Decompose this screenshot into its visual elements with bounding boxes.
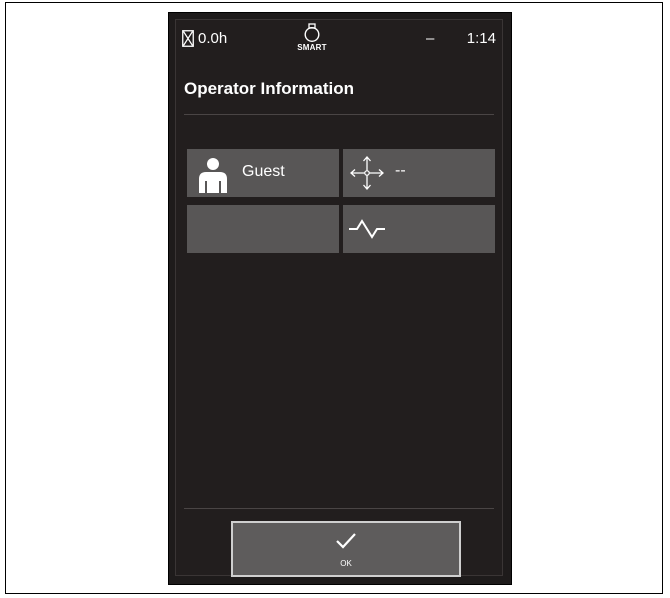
smart-label: SMART xyxy=(297,43,327,52)
page-title: Operator Information xyxy=(184,79,355,98)
ok-label: OK xyxy=(340,559,352,568)
empty-tile[interactable] xyxy=(187,205,339,253)
status-indicator: – xyxy=(426,30,435,47)
signal-wave-icon xyxy=(349,219,385,239)
check-icon xyxy=(336,533,356,549)
operator-tile[interactable]: Guest xyxy=(187,149,339,197)
operating-hours: 0.0h xyxy=(198,30,228,47)
move-arrows-icon xyxy=(350,156,384,190)
smart-indicator: SMART xyxy=(291,22,333,56)
divider xyxy=(184,114,494,115)
device-display: 0.0h SMART – 1:14 Operator Information G… xyxy=(168,12,512,585)
clock: 1:14 xyxy=(466,30,496,47)
operator-name: Guest xyxy=(242,163,285,180)
movement-tile[interactable]: -- xyxy=(343,149,495,197)
signal-tile[interactable] xyxy=(343,205,495,253)
hourglass-icon xyxy=(182,30,194,47)
status-bar: 0.0h SMART – 1:14 xyxy=(176,20,502,60)
movement-value: -- xyxy=(395,162,406,179)
ok-button[interactable]: OK xyxy=(231,521,461,577)
smart-icon xyxy=(304,23,320,43)
screen: 0.0h SMART – 1:14 Operator Information G… xyxy=(175,19,503,577)
divider xyxy=(184,508,494,509)
person-icon xyxy=(199,158,227,193)
